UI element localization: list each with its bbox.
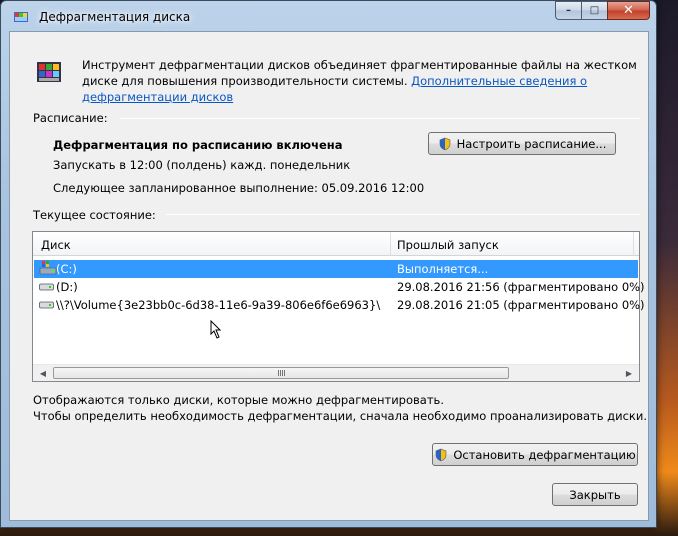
horizontal-scrollbar[interactable]: ◀ ▶ <box>33 364 639 381</box>
schedule-run-time: Запускать в 12:00 (полдень) кажд. понеде… <box>53 158 351 172</box>
disk-row-c[interactable]: (C:) Выполняется... <box>34 260 638 278</box>
configure-schedule-label: Настроить расписание... <box>456 136 607 151</box>
column-header-disk[interactable]: Диск <box>41 238 71 252</box>
intro-text: Инструмент дефрагментации дисков объедин… <box>82 57 642 105</box>
defrag-tool-icon <box>37 62 61 82</box>
close-button-label: Закрыть <box>569 487 621 502</box>
scroll-left-icon[interactable]: ◀ <box>35 367 51 380</box>
disk-last-run: Выполняется... <box>397 262 489 276</box>
uac-shield-icon <box>436 448 447 461</box>
column-header-last-run[interactable]: Прошлый запуск <box>397 238 499 252</box>
scroll-right-icon[interactable]: ▶ <box>621 367 637 380</box>
current-state-divider <box>166 214 640 215</box>
uac-shield-icon <box>439 137 450 150</box>
current-state-label: Текущее состояние: <box>33 208 156 222</box>
column-separator[interactable] <box>390 232 391 256</box>
column-separator[interactable] <box>633 232 634 256</box>
caption-buttons: – □ ✕ <box>555 1 650 20</box>
system-drive-icon <box>39 261 57 275</box>
schedule-status: Дефрагментация по расписанию включена <box>53 138 343 152</box>
stop-defrag-label: Остановить дефрагментацию <box>453 447 636 462</box>
disk-name: (D:) <box>56 280 78 294</box>
disk-row-d[interactable]: (D:) 29.08.2016 21:56 (фрагментировано 0… <box>34 278 645 296</box>
disk-name: \\?\Volume{3e23bb0c-6d38-11e6-9a39-806e6… <box>56 298 381 312</box>
disk-last-run: 29.08.2016 21:56 (фрагментировано 0%) <box>397 280 645 294</box>
disk-last-run: 29.08.2016 21:05 (фрагментировано 0%) <box>397 298 645 312</box>
defrag-app-icon <box>14 12 28 22</box>
scroll-grip-icon <box>278 370 286 376</box>
notes-line-2: Чтобы определить необходимость дефрагмен… <box>33 409 647 423</box>
maximize-button[interactable]: □ <box>581 1 607 20</box>
schedule-next-run: Следующее запланированное выполнение: 05… <box>53 181 425 195</box>
disk-list[interactable]: Диск Прошлый запуск (C:) Выполняется... <box>32 231 645 382</box>
disk-name: (C:) <box>56 262 77 276</box>
notes-line-1: Отображаются только диски, которые можно… <box>33 393 444 407</box>
drive-icon <box>39 301 54 309</box>
drive-icon <box>39 283 54 291</box>
dialog-client-area: Инструмент дефрагментации дисков объедин… <box>9 31 649 521</box>
window-title: Дефрагментация диска <box>39 10 191 24</box>
schedule-group-label: Расписание: <box>33 111 108 125</box>
defrag-window: Дефрагментация диска – □ ✕ Инструмент де… <box>0 0 657 528</box>
configure-schedule-button[interactable]: Настроить расписание... <box>428 132 616 155</box>
minimize-button[interactable]: – <box>555 1 581 20</box>
disk-row-volume[interactable]: \\?\Volume{3e23bb0c-6d38-11e6-9a39-806e6… <box>34 296 645 314</box>
mouse-cursor-icon <box>210 320 222 339</box>
schedule-divider <box>120 118 640 119</box>
stop-defrag-button[interactable]: Остановить дефрагментацию <box>432 443 638 466</box>
disk-list-header: Диск Прошлый запуск <box>33 232 639 256</box>
title-bar[interactable]: Дефрагментация диска – □ ✕ <box>1 1 656 31</box>
close-window-button[interactable]: ✕ <box>607 1 650 20</box>
close-button[interactable]: Закрыть <box>552 483 638 506</box>
scroll-thumb[interactable] <box>53 367 509 379</box>
